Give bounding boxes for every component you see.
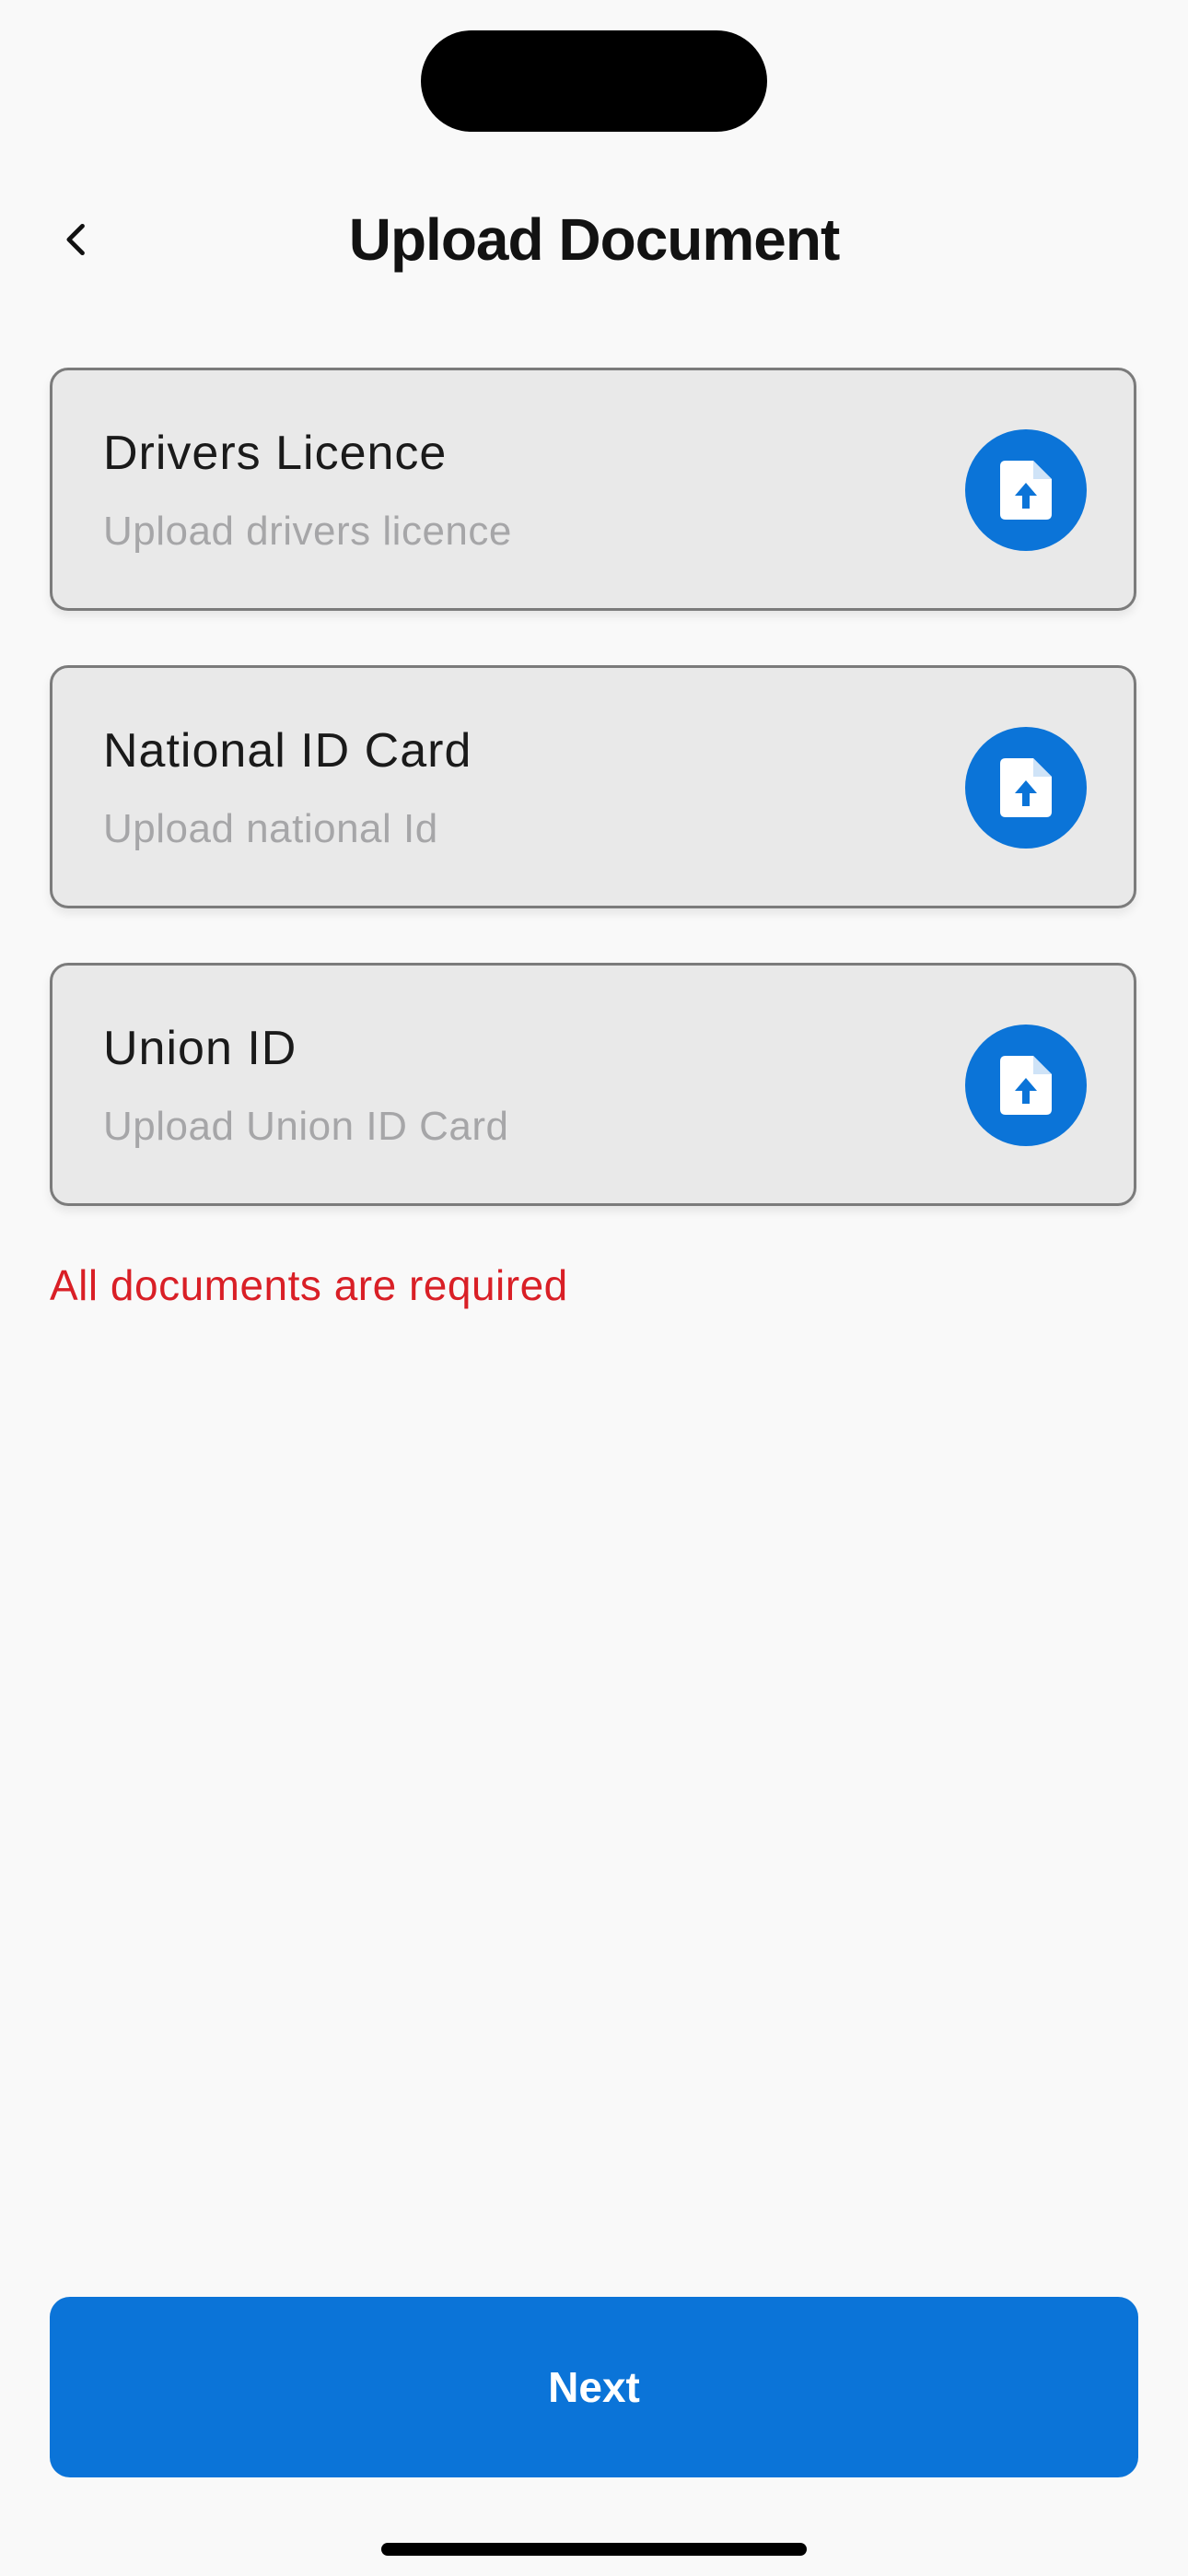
upload-button[interactable]	[965, 429, 1087, 551]
file-upload-icon	[1000, 461, 1052, 520]
back-button[interactable]	[41, 203, 114, 276]
next-button[interactable]: Next	[50, 2297, 1138, 2477]
page-title: Upload Document	[348, 206, 841, 273]
upload-document-screen: Upload Document Drivers Licence Upload d…	[0, 0, 1188, 2576]
upload-button[interactable]	[965, 1025, 1087, 1146]
home-indicator	[381, 2543, 807, 2556]
document-card-drivers-licence[interactable]: Drivers Licence Upload drivers licence	[50, 368, 1136, 611]
document-subtitle: Upload drivers licence	[103, 509, 512, 554]
header: Upload Document	[0, 184, 1188, 295]
file-upload-icon	[1000, 1056, 1052, 1115]
document-card-national-id[interactable]: National ID Card Upload national Id	[50, 665, 1136, 908]
dynamic-island	[421, 30, 767, 132]
document-title: Drivers Licence	[103, 427, 448, 480]
upload-button[interactable]	[965, 727, 1087, 849]
validation-error: All documents are required	[50, 1261, 568, 1309]
document-title: National ID Card	[103, 724, 472, 778]
chevron-left-icon	[66, 223, 85, 256]
document-card-union-id[interactable]: Union ID Upload Union ID Card	[50, 963, 1136, 1206]
file-upload-icon	[1000, 758, 1052, 817]
document-subtitle: Upload Union ID Card	[103, 1104, 509, 1149]
document-title: Union ID	[103, 1022, 297, 1075]
document-subtitle: Upload national Id	[103, 806, 438, 851]
